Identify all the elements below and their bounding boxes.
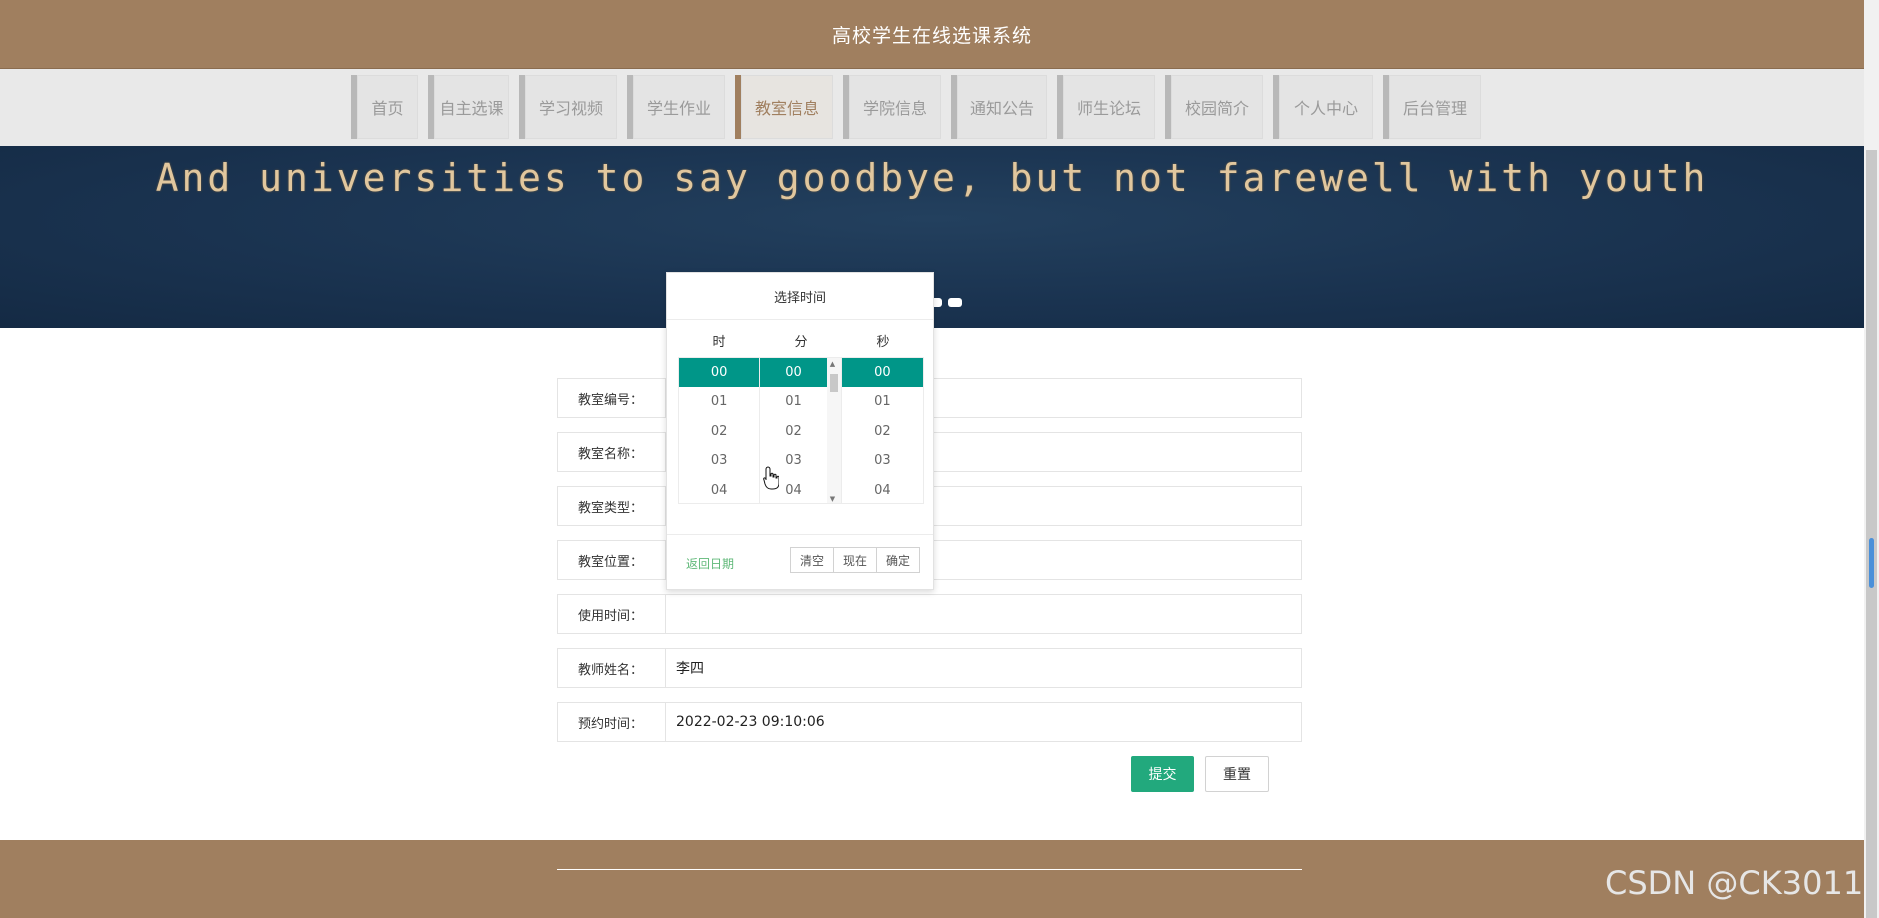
hour-option[interactable]: 01 [679,387,759,416]
time-picker-title: 选择时间 [667,273,933,320]
banner-slogan: And universities to say goodbye, but not… [155,156,1709,200]
hour-option[interactable]: 04 [679,476,759,503]
nav-item-6[interactable]: 通知公告 [951,75,1047,139]
hand-cursor-icon [763,466,779,490]
reset-button[interactable]: 重置 [1205,756,1269,792]
field-label: 使用时间： [557,594,665,634]
page-scroll-thumb[interactable] [1866,150,1877,918]
now-button[interactable]: 现在 [833,547,878,573]
footer-divider [557,869,1302,870]
second-column[interactable]: 000102030405 [841,358,923,503]
scroll-down-icon[interactable]: ▼ [830,495,835,503]
form-row: 教师姓名： [557,648,1302,688]
second-option[interactable]: 00 [841,358,923,388]
form-row: 使用时间： [557,594,1302,634]
field-label: 教室编号： [557,378,665,418]
form-row: 预约时间： [557,702,1302,742]
second-option[interactable]: 01 [842,387,923,416]
field-input[interactable] [665,594,1302,634]
second-option[interactable]: 02 [842,417,923,446]
scroll-up-icon[interactable]: ▲ [830,360,835,368]
footer [0,840,1864,918]
hour-option[interactable]: 03 [679,446,759,475]
field-label: 预约时间： [557,702,665,742]
nav-bar: 首页 自主选课 学习视频 学生作业 教室信息 学院信息 通知公告 师生论坛 校园简介 个人中心 后台… [0,69,1864,146]
field-label: 教室类型： [557,486,665,526]
nav-item-8[interactable]: 校园简介 [1165,75,1263,139]
time-picker-popup: 选择时间 时 分 秒 000102030405 000102030405 ▲ ▼… [666,272,934,590]
minute-scroll-thumb[interactable] [829,374,838,392]
nav-item-0[interactable]: 首页 [351,75,418,139]
back-to-date-link[interactable]: 返回日期 [686,555,734,572]
nav-item-4[interactable]: 教室信息 [735,75,833,139]
second-column-header: 秒 [876,335,890,350]
time-picker-headers: 时 分 秒 [678,331,924,350]
clear-button[interactable]: 清空 [790,547,835,573]
nav-list: 首页 自主选课 学习视频 学生作业 教室信息 学院信息 通知公告 师生论坛 校园简介 个人中心 后台… [351,75,1481,139]
time-picker-columns: 000102030405 000102030405 ▲ ▼ 0001020304… [678,357,924,504]
nav-item-2[interactable]: 学习视频 [519,75,617,139]
submit-button[interactable]: 提交 [1131,756,1194,792]
field-label: 教室位置： [557,540,665,580]
site-title: 高校学生在线选课系统 [831,24,1032,47]
time-picker-buttons: 清空 现在 确定 [790,547,921,573]
confirm-button[interactable]: 确定 [876,547,921,573]
hour-option[interactable]: 00 [679,358,760,388]
scroll-position-marker [1869,538,1874,588]
field-label: 教室名称： [557,432,665,472]
nav-item-10[interactable]: 后台管理 [1383,75,1481,139]
form-actions: 提交 重置 [1131,756,1269,792]
minute-scrollbar[interactable]: ▲ ▼ [826,358,841,503]
minute-column-header: 分 [794,335,808,350]
minute-option[interactable]: 00 [760,358,827,388]
minute-option[interactable]: 01 [760,387,826,416]
nav-item-7[interactable]: 师生论坛 [1057,75,1155,139]
header-bar: 高校学生在线选课系统 [0,0,1864,69]
field-input[interactable] [665,648,1302,688]
hour-column[interactable]: 000102030405 [679,358,761,503]
time-picker-footer: 返回日期 清空 现在 确定 [667,534,933,591]
second-option[interactable]: 04 [842,476,923,503]
minute-option[interactable]: 02 [760,417,826,446]
nav-item-5[interactable]: 学院信息 [843,75,941,139]
field-input[interactable] [665,702,1302,742]
hour-column-header: 时 [712,335,726,350]
second-option[interactable]: 03 [842,446,923,475]
hour-option[interactable]: 02 [679,417,759,446]
field-label: 教师姓名： [557,648,665,688]
nav-item-1[interactable]: 自主选课 [428,75,509,139]
nav-item-3[interactable]: 学生作业 [627,75,725,139]
nav-item-9[interactable]: 个人中心 [1273,75,1373,139]
carousel-dot[interactable] [948,298,962,307]
watermark: CSDN @CK3011 [1605,864,1864,902]
